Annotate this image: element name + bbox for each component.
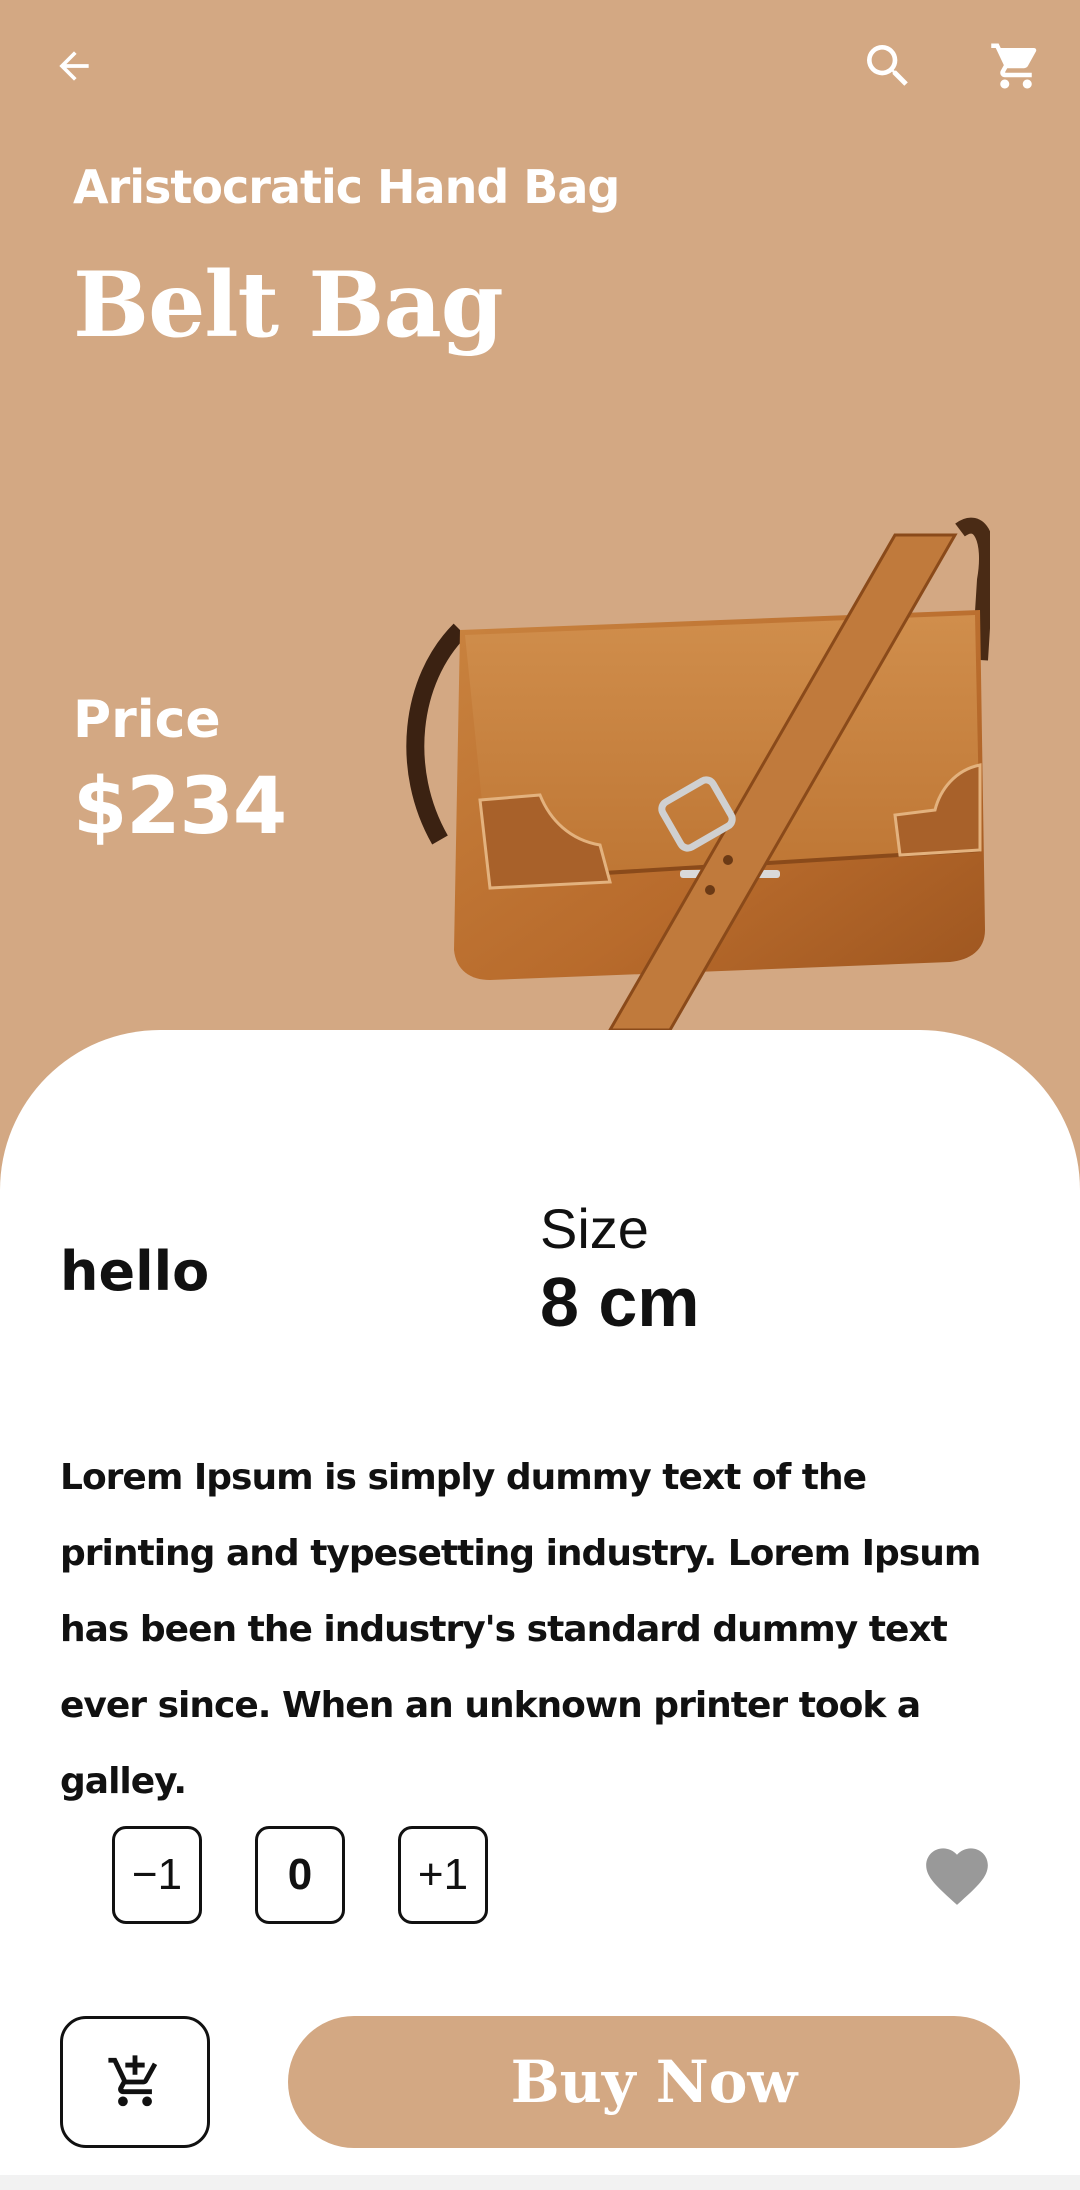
shopping-cart-icon: [991, 43, 1037, 89]
buy-now-button[interactable]: Buy Now: [288, 2016, 1020, 2148]
add-shopping-cart-icon: [108, 2055, 158, 2107]
product-description: Lorem Ipsum is simply dummy text of the …: [60, 1457, 981, 1802]
size-label: Size: [540, 1197, 649, 1260]
product-subtitle: Aristocratic Hand Bag: [73, 160, 620, 214]
quantity-value: 0: [255, 1826, 345, 1924]
product-image: [406, 517, 990, 1030]
favorite-button[interactable]: [920, 1838, 994, 1908]
size-value: 8 cm: [540, 1263, 700, 1341]
back-button[interactable]: [44, 36, 104, 96]
quantity-increment-button[interactable]: +1: [398, 1826, 488, 1924]
add-to-cart-button[interactable]: [60, 2016, 210, 2148]
quantity-decrement-button[interactable]: −1: [112, 1826, 202, 1924]
heart-icon: [926, 1848, 988, 1905]
color-value: hello: [60, 1240, 210, 1303]
product-hero: Aristocratic Hand Bag Belt Bag Price $23…: [0, 0, 1080, 1200]
search-button[interactable]: [858, 36, 918, 96]
arrow-left-icon: [59, 51, 89, 81]
search-icon: [867, 45, 908, 86]
price-value: $234: [73, 762, 287, 852]
bottom-edge: [0, 2175, 1080, 2190]
cart-button[interactable]: [986, 36, 1046, 96]
product-title: Belt Bag: [73, 252, 504, 358]
price-label: Price: [73, 690, 221, 750]
